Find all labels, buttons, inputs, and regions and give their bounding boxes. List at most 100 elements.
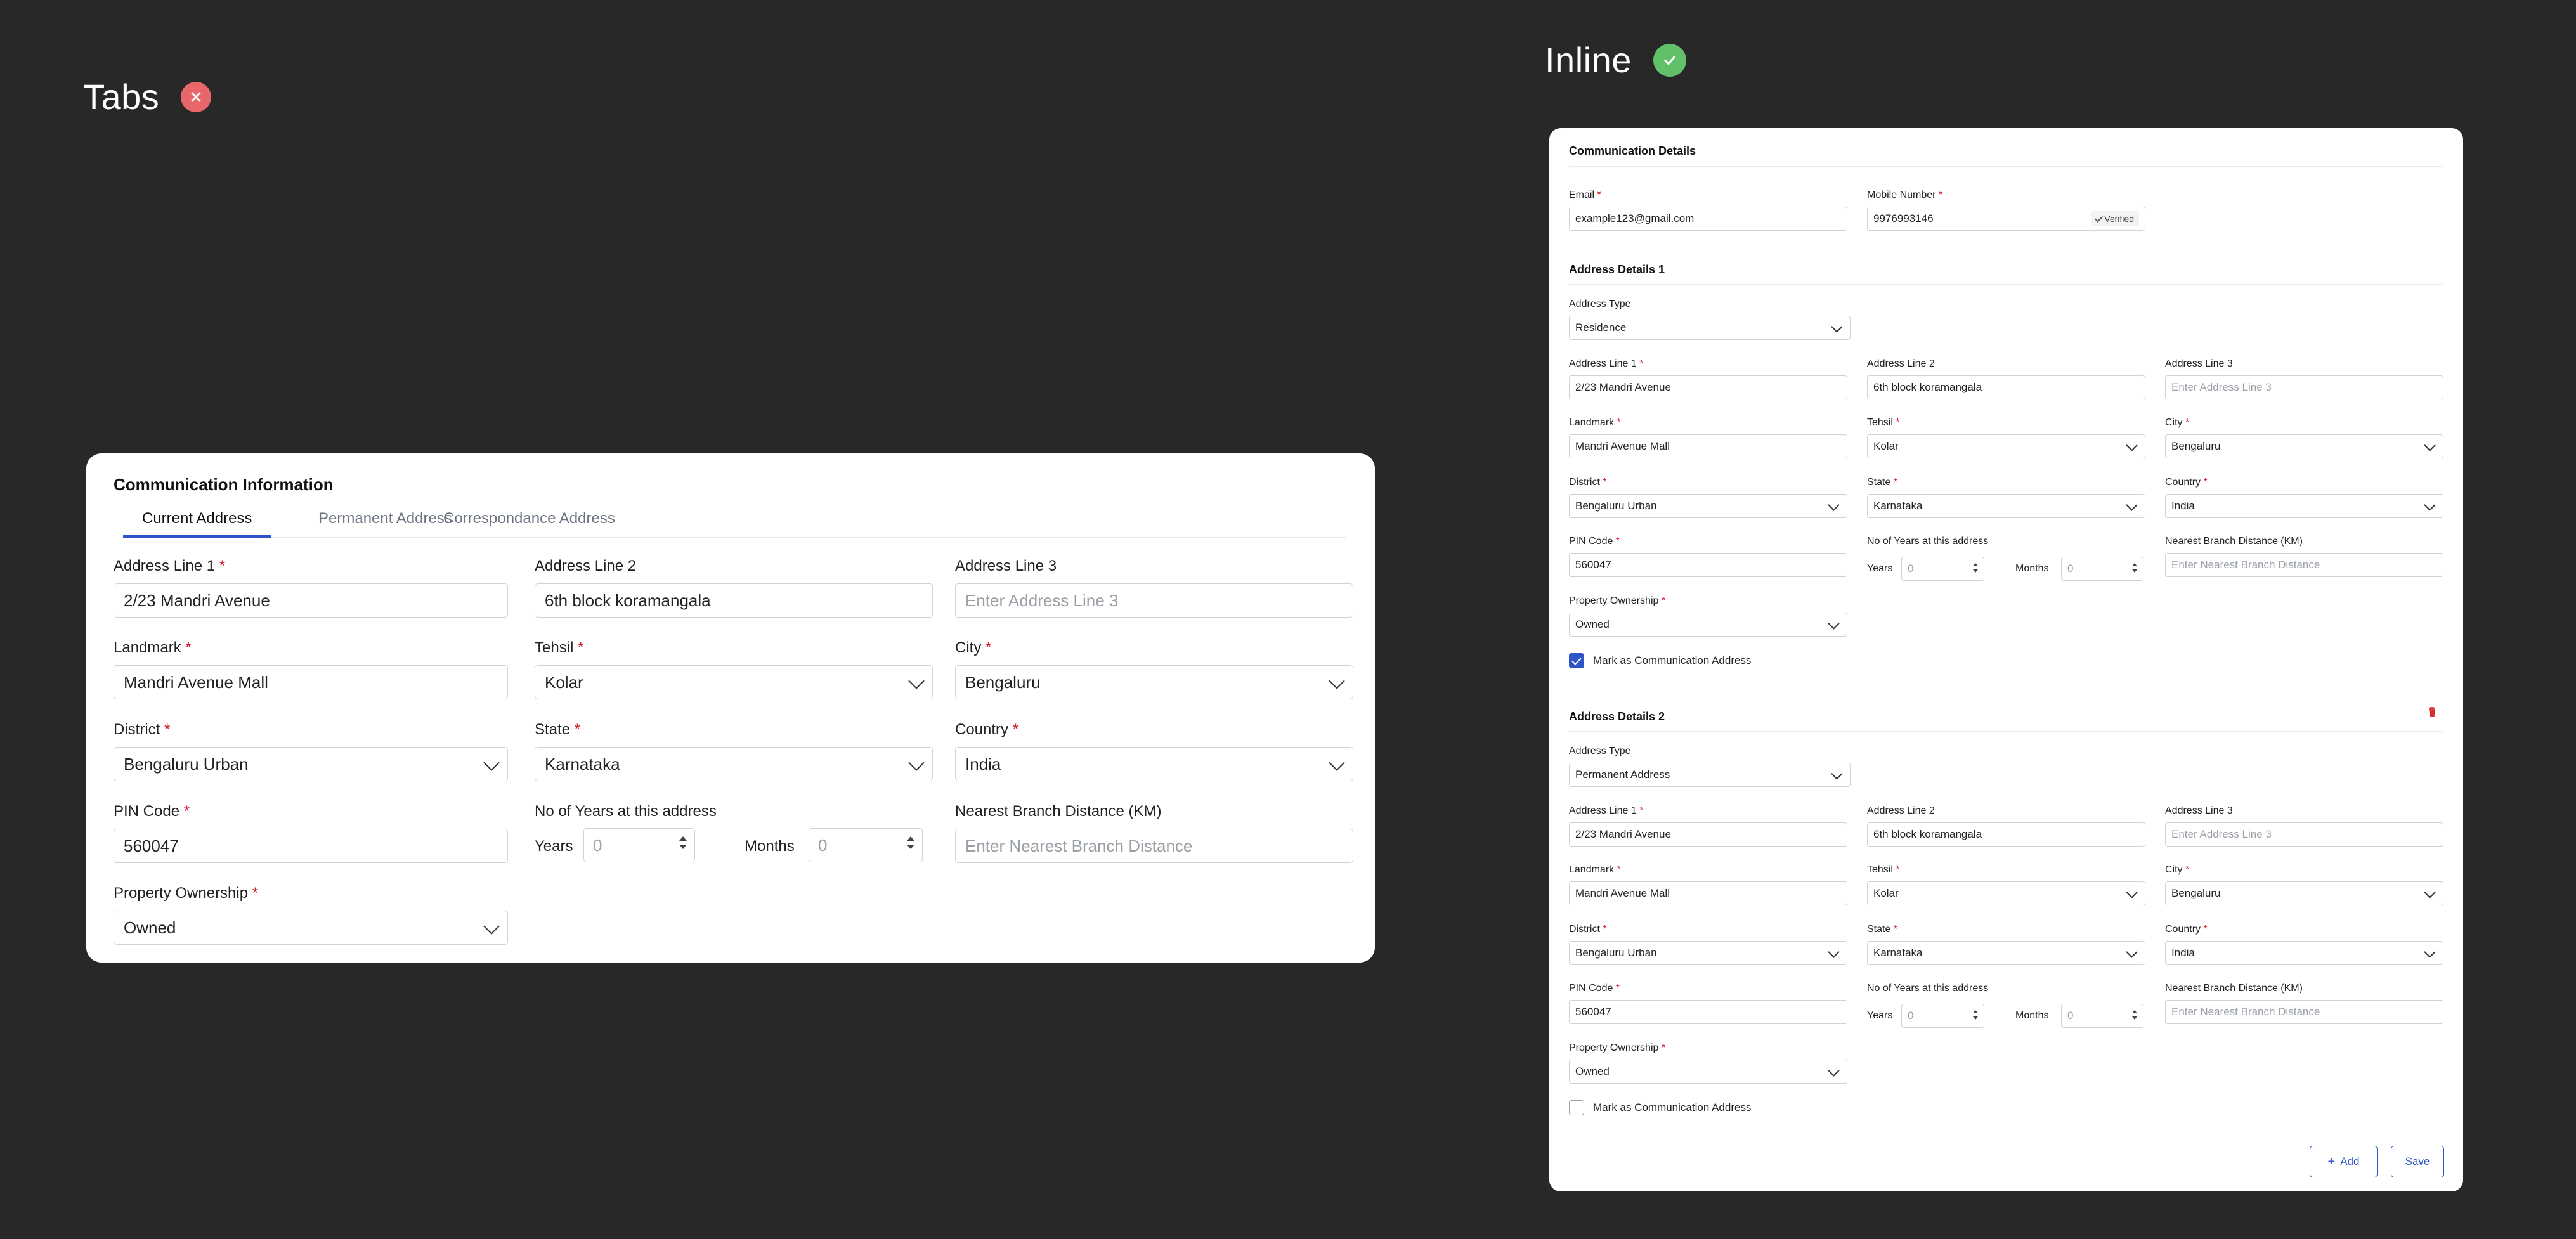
pin-code-input[interactable]: 560047 <box>1569 1000 1847 1024</box>
required-marker: * <box>1617 417 1621 428</box>
trash-icon[interactable] <box>2426 706 2438 721</box>
landmark-input[interactable]: Mandri Avenue Mall <box>1569 881 1847 905</box>
required-marker: * <box>1893 924 1898 935</box>
stepper-arrows-icon[interactable] <box>2132 563 2138 576</box>
address-line-3-input[interactable]: Enter Address Line 3 <box>955 583 1353 618</box>
stepper-placeholder: 0 <box>1908 562 1914 574</box>
verified-badge: Verified <box>2091 211 2139 226</box>
address-line-3-field: Address Line 3 Enter Address Line 3 <box>2165 805 2443 847</box>
property-ownership-select[interactable]: Owned <box>1569 1060 1847 1084</box>
tab-permanent-address[interactable]: Permanent Address <box>318 509 452 535</box>
required-marker: * <box>1603 477 1607 488</box>
state-select[interactable]: Karnataka <box>535 747 933 781</box>
stepper-arrows-icon[interactable] <box>907 836 916 854</box>
stepper-arrows-icon[interactable] <box>1973 1010 1979 1023</box>
select-value: Bengaluru Urban <box>1575 500 1657 512</box>
address-line-3-input[interactable]: Enter Address Line 3 <box>2165 375 2443 399</box>
branch-distance-input[interactable]: Enter Nearest Branch Distance <box>2165 553 2443 577</box>
required-marker: * <box>1617 864 1621 875</box>
state-field: State * Karnataka <box>1867 923 2145 965</box>
state-select[interactable]: Karnataka <box>1867 941 2145 965</box>
years-stepper[interactable]: 0 <box>1901 1004 1984 1028</box>
address-type-select[interactable]: Residence <box>1569 316 1851 340</box>
address-type-select[interactable]: Permanent Address <box>1569 763 1851 787</box>
district-select[interactable]: Bengaluru Urban <box>1569 941 1847 965</box>
city-select[interactable]: Bengaluru <box>955 665 1353 699</box>
checkbox-checked-icon[interactable] <box>1569 653 1584 668</box>
address-line-1-input[interactable]: 2/23 Mandri Avenue <box>1569 375 1847 399</box>
save-button[interactable]: Save <box>2391 1146 2444 1177</box>
stepper-arrows-icon[interactable] <box>679 836 688 854</box>
country-select[interactable]: India <box>2165 941 2443 965</box>
mark-communication-checkbox[interactable]: Mark as Communication Address <box>1569 653 1751 668</box>
property-ownership-select[interactable]: Owned <box>114 911 508 945</box>
add-button[interactable]: + Add <box>2310 1146 2378 1177</box>
address-line-2-field: Address Line 2 6th block koramangala <box>1867 805 2145 847</box>
branch-distance-input[interactable]: Enter Nearest Branch Distance <box>2165 1000 2443 1024</box>
tabs-heading-title: Tabs <box>83 77 160 117</box>
months-stepper[interactable]: 0 <box>809 828 923 862</box>
save-button-label: Save <box>2405 1155 2430 1167</box>
tab-current-address[interactable]: Current Address <box>122 509 271 538</box>
pin-code-input[interactable]: 560047 <box>114 829 508 863</box>
address-line-3-input[interactable]: Enter Address Line 3 <box>2165 822 2443 847</box>
tehsil-select[interactable]: Kolar <box>535 665 933 699</box>
mark-communication-checkbox[interactable]: Mark as Communication Address <box>1569 1100 1751 1115</box>
chevron-down-icon <box>1828 499 1840 511</box>
required-marker: * <box>2203 477 2208 488</box>
required-marker: * <box>1893 477 1898 488</box>
country-select[interactable]: India <box>2165 494 2443 518</box>
address-line-2-input[interactable]: 6th block koramangala <box>1867 375 2145 399</box>
stepper-arrows-icon[interactable] <box>2132 1010 2138 1023</box>
city-select[interactable]: Bengaluru <box>2165 434 2443 458</box>
tehsil-select[interactable]: Kolar <box>1867 881 2145 905</box>
branch-distance-input[interactable]: Enter Nearest Branch Distance <box>955 829 1353 863</box>
country-select[interactable]: India <box>955 747 1353 781</box>
required-marker: * <box>574 721 581 738</box>
field-label: Property Ownership <box>1569 1042 1659 1053</box>
address-line-2-input[interactable]: 6th block koramangala <box>535 583 933 618</box>
years-stepper[interactable]: 0 <box>583 828 695 862</box>
input-placeholder: Enter Nearest Branch Distance <box>2171 559 2320 571</box>
checkbox-unchecked-icon[interactable] <box>1569 1100 1584 1115</box>
input-value: 6th block koramangala <box>545 590 711 610</box>
city-field: City * Bengaluru <box>2165 864 2443 905</box>
stepper-placeholder: 0 <box>2067 562 2074 574</box>
landmark-input[interactable]: Mandri Avenue Mall <box>1569 434 1847 458</box>
address-line-1-input[interactable]: 2/23 Mandri Avenue <box>114 583 508 618</box>
city-select[interactable]: Bengaluru <box>2165 881 2443 905</box>
pin-code-input[interactable]: 560047 <box>1569 553 1847 577</box>
email-input[interactable]: example123@gmail.com <box>1569 207 1847 231</box>
landmark-input[interactable]: Mandri Avenue Mall <box>114 665 508 699</box>
required-marker: * <box>1012 721 1019 738</box>
field-label: PIN Code <box>114 803 180 820</box>
mobile-number-field: Mobile Number * 9976993146 Verified <box>1867 189 2145 231</box>
tabs-card: Communication Information Current Addres… <box>86 453 1375 963</box>
state-select[interactable]: Karnataka <box>1867 494 2145 518</box>
field-label: Email <box>1569 190 1595 200</box>
required-marker: * <box>2185 864 2190 875</box>
stepper-placeholder: 0 <box>818 835 828 855</box>
stepper-placeholder: 0 <box>2067 1009 2074 1022</box>
address-line-2-input[interactable]: 6th block koramangala <box>1867 822 2145 847</box>
months-stepper[interactable]: 0 <box>2061 557 2143 581</box>
field-label: Nearest Branch Distance (KM) <box>955 803 1162 820</box>
years-stepper[interactable]: 0 <box>1901 557 1984 581</box>
select-value: Karnataka <box>1873 947 1923 959</box>
months-stepper[interactable]: 0 <box>2061 1004 2143 1028</box>
address-line-1-input[interactable]: 2/23 Mandri Avenue <box>1569 822 1847 847</box>
select-value: India <box>2171 500 2195 512</box>
district-select[interactable]: Bengaluru Urban <box>114 747 508 781</box>
field-label: State <box>1867 924 1891 935</box>
years-at-address-field: No of Years at this address <box>1867 535 2145 548</box>
tehsil-select[interactable]: Kolar <box>1867 434 2145 458</box>
communication-details-title: Communication Details <box>1569 145 1696 157</box>
mobile-number-input[interactable]: 9976993146 Verified <box>1867 207 2145 231</box>
field-label: Tehsil <box>1867 864 1893 875</box>
input-placeholder: Enter Address Line 3 <box>2171 828 2272 840</box>
property-ownership-select[interactable]: Owned <box>1569 613 1847 637</box>
stepper-arrows-icon[interactable] <box>1973 563 1979 576</box>
tab-correspondance-address[interactable]: Correspondance Address <box>443 509 615 535</box>
address-line-1-field: Address Line 1 * 2/23 Mandri Avenue <box>114 557 508 618</box>
district-select[interactable]: Bengaluru Urban <box>1569 494 1847 518</box>
